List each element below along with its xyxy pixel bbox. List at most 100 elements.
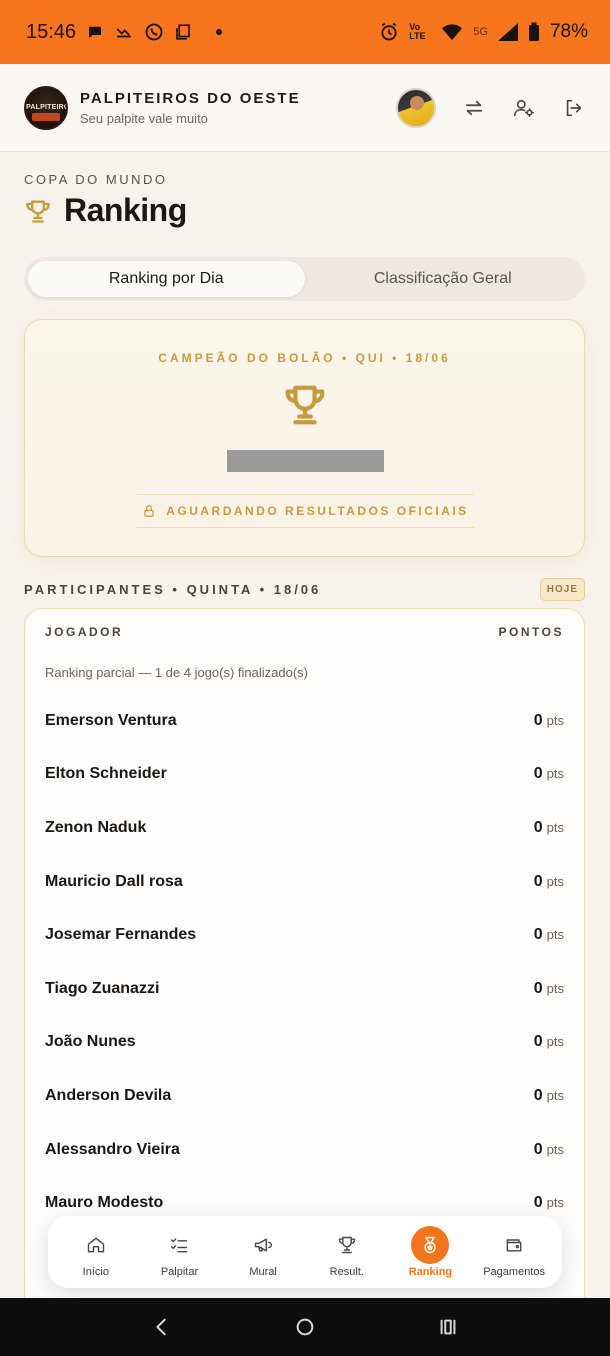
trophy-icon	[338, 1236, 356, 1254]
nav-pagamentos[interactable]: Pagamentos	[474, 1226, 554, 1278]
points-unit: pts	[546, 1034, 564, 1050]
copy-icon	[176, 24, 190, 40]
points-unit: pts	[546, 819, 564, 835]
more-notifications-dot	[216, 29, 223, 35]
page-eyebrow: COPA DO MUNDO	[24, 172, 168, 187]
points-value: 0	[533, 979, 543, 997]
player-points: 0 pts	[534, 1141, 564, 1159]
brand: PALPITEIROS DO OESTE Seu palpite vale mu…	[80, 90, 301, 126]
list-item[interactable]: Tiago Zuanazzi 0 pts	[25, 962, 584, 1016]
status-time: 15:46	[26, 20, 77, 43]
megaphone-icon	[254, 1238, 273, 1252]
chat-icon	[89, 26, 102, 38]
participants-list: Emerson Ventura 0 pts Elton Schneider 0 pts Ze…	[25, 694, 584, 1230]
today-badge: HOJE	[539, 578, 585, 601]
list-item[interactable]: João Nunes 0 pts	[25, 1016, 584, 1070]
ranking-tabs: Ranking por Dia Classificação Geral	[24, 257, 585, 301]
points-unit: pts	[546, 927, 564, 943]
points-value: 0	[533, 711, 543, 729]
nav-palpitar[interactable]: Palpitar	[139, 1226, 219, 1278]
player-name: João Nunes	[45, 1033, 136, 1051]
player-points: 0 pts	[534, 1033, 564, 1051]
brand-title: PALPITEIROS DO OESTE	[80, 89, 301, 107]
list-item[interactable]: Zenon Naduk 0 pts	[25, 801, 584, 855]
nav-label: Result.	[329, 1266, 364, 1278]
missed-call-icon	[116, 28, 131, 38]
home-circle-icon[interactable]	[294, 1316, 316, 1338]
champion-status: AGUARDANDO RESULTADOS OFICIAIS	[137, 494, 474, 528]
points-value: 0	[533, 818, 543, 836]
logo-text: PALPITEIROS	[26, 103, 66, 111]
points-unit: pts	[546, 712, 564, 728]
partial-ranking-note: Ranking parcial — 1 de 4 jogo(s) finaliz…	[45, 665, 309, 680]
nav-label: Palpitar	[160, 1266, 199, 1278]
points-value: 0	[533, 1140, 543, 1158]
player-name: Zenon Naduk	[45, 818, 147, 836]
player-name: Alessandro Vieira	[45, 1140, 180, 1158]
list-header: JOGADOR PONTOS	[25, 609, 584, 639]
system-nav-bar	[0, 1298, 610, 1356]
points-unit: pts	[546, 1141, 564, 1157]
brand-subtitle: Seu palpite vale muito	[80, 110, 208, 126]
player-points: 0 pts	[534, 1194, 564, 1212]
signal-icon	[497, 23, 518, 41]
lte-label: Vo LTE	[409, 22, 426, 41]
user-avatar[interactable]	[396, 87, 436, 128]
points-unit: pts	[546, 766, 564, 782]
tab-classificacao-geral[interactable]: Classificação Geral	[305, 261, 582, 297]
player-name: Mauricio Dall rosa	[45, 872, 183, 890]
notification-icons	[86, 22, 223, 42]
nav-ranking[interactable]: Ranking	[390, 1226, 470, 1278]
points-unit: pts	[546, 873, 564, 889]
player-points: 0 pts	[534, 926, 564, 944]
battery-icon	[528, 22, 539, 41]
points-value: 0	[533, 1086, 543, 1104]
nav-result[interactable]: Result.	[307, 1226, 387, 1278]
page-title: Ranking	[24, 192, 187, 229]
home-icon	[87, 1237, 105, 1253]
list-item[interactable]: Mauricio Dall rosa 0 pts	[25, 855, 584, 909]
nav-mural[interactable]: Mural	[223, 1226, 303, 1278]
battery-percent: 78%	[549, 21, 588, 42]
player-name: Anderson Devila	[45, 1086, 172, 1104]
list-item[interactable]: Alessandro Vieira 0 pts	[25, 1123, 584, 1177]
logout-icon[interactable]	[562, 96, 586, 120]
player-points: 0 pts	[534, 980, 564, 998]
list-item[interactable]: Elton Schneider 0 pts	[25, 748, 584, 802]
nav-label: Mural	[249, 1266, 277, 1278]
app-logo: PALPITEIROS	[24, 85, 68, 130]
lock-icon	[144, 505, 154, 517]
bottom-nav: Início Palpitar Mural Result. Ranking Pa…	[48, 1216, 562, 1288]
player-name: Mauro Modesto	[45, 1194, 164, 1212]
nav-label: Pagamentos	[483, 1266, 545, 1278]
participants-title: PARTICIPANTES • QUINTA • 18/06	[24, 582, 322, 597]
user-settings-icon[interactable]	[512, 96, 536, 120]
list-item[interactable]: Emerson Ventura 0 pts	[25, 694, 584, 748]
points-value: 0	[533, 926, 543, 944]
champion-name-redacted	[227, 450, 384, 472]
champion-eyebrow: CAMPEÃO DO BOLÃO • QUI • 18/06	[158, 351, 451, 365]
list-item[interactable]: Anderson Devila 0 pts	[25, 1069, 584, 1123]
trophy-icon	[26, 200, 50, 223]
points-value: 0	[533, 1194, 543, 1212]
nav-inicio[interactable]: Início	[56, 1226, 136, 1278]
champion-trophy-icon	[282, 382, 328, 428]
page-title-text: Ranking	[64, 192, 187, 228]
column-points: PONTOS	[498, 625, 564, 639]
player-points: 0 pts	[534, 873, 564, 891]
medal-icon	[424, 1236, 437, 1254]
points-value: 0	[533, 872, 543, 890]
player-name: Elton Schneider	[45, 765, 167, 783]
recents-icon[interactable]	[437, 1316, 459, 1338]
player-name: Emerson Ventura	[45, 711, 177, 729]
list-item[interactable]: Josemar Fernandes 0 pts	[25, 908, 584, 962]
wallet-icon	[506, 1239, 522, 1252]
player-points: 0 pts	[534, 819, 564, 837]
player-points: 0 pts	[534, 765, 564, 783]
tab-ranking-por-dia[interactable]: Ranking por Dia	[28, 261, 305, 297]
switch-icon[interactable]	[462, 96, 486, 120]
back-icon[interactable]	[151, 1316, 173, 1338]
column-player: JOGADOR	[45, 625, 124, 639]
wifi-icon	[442, 24, 463, 41]
participants-header: PARTICIPANTES • QUINTA • 18/06 HOJE	[24, 578, 585, 601]
